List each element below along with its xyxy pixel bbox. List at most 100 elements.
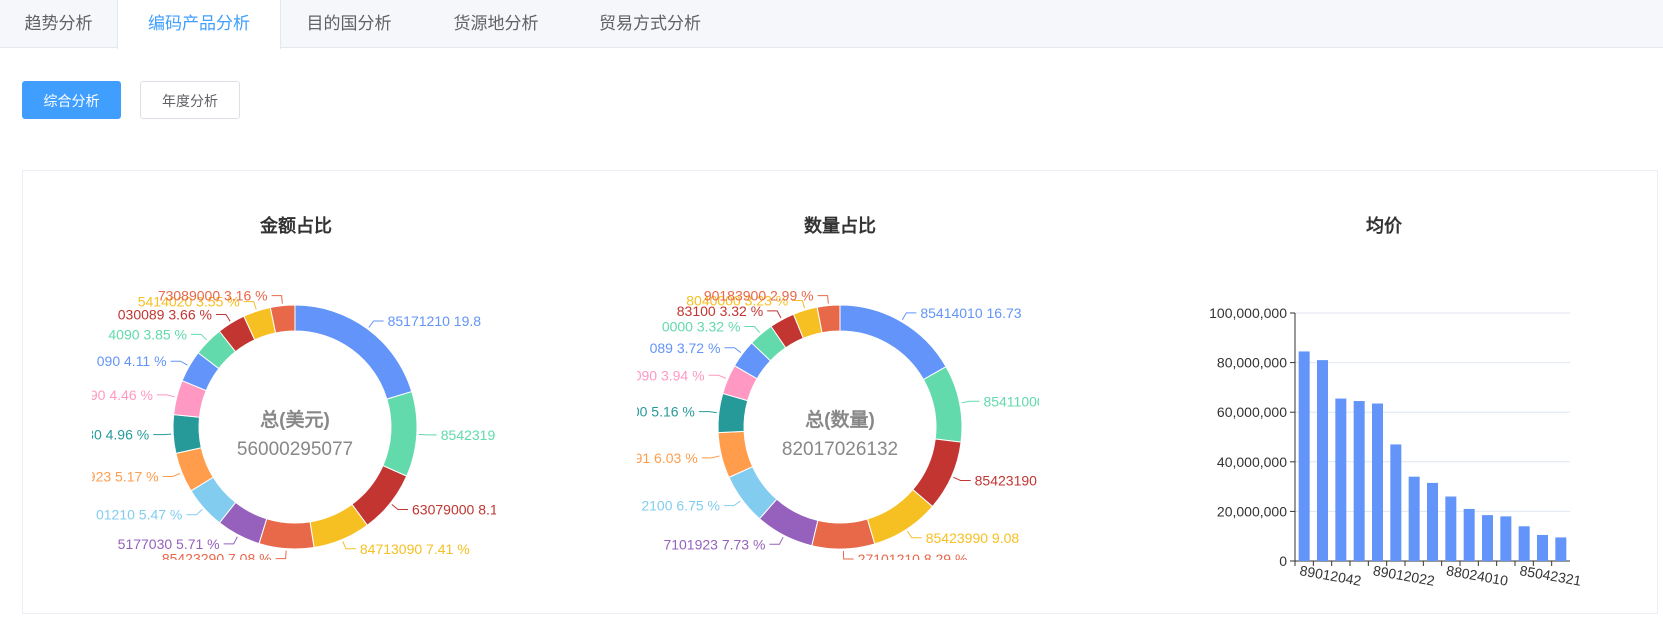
average-price-bar[interactable] — [1408, 476, 1420, 561]
quantity-share-label-line-5 — [769, 536, 784, 545]
average-price-bar[interactable] — [1298, 351, 1310, 561]
amount-share-slice-label-0: 85171210 19.8 — [388, 313, 482, 329]
amount-share-slice-label-10: 090 4.11 % — [97, 353, 167, 369]
quantity-share-slice-label-7: 91 6.03 % — [637, 450, 698, 466]
average-price-bar[interactable] — [1427, 482, 1438, 561]
amount-share-chart: 85171210 19.8 85423190 63079000 8.1 8471309… — [92, 280, 496, 560]
amount-share-slice-4[interactable] — [258, 518, 315, 550]
average-price-bar[interactable] — [1463, 508, 1475, 561]
amount-share-slice-label-3: 84713090 7.41 % — [360, 541, 470, 557]
quantity-share-label-line-3 — [906, 530, 922, 539]
y-tick-label: 80,000,000 — [1217, 355, 1287, 371]
amount-share-label-line-5 — [223, 536, 238, 545]
amount-share-label-line-9 — [156, 394, 175, 398]
amount-share-slice-label-4: 85423290 7.08 % — [162, 551, 272, 560]
amount-share-slice-label-14: 73089000 3.16 % — [158, 288, 268, 304]
quantity-share-slice-label-14: 90183900 2.99 % — [704, 288, 814, 304]
tab-source-region[interactable]: 货源地分析 — [420, 0, 572, 48]
average-price-bar[interactable] — [1537, 534, 1548, 561]
average-price-bar[interactable] — [1518, 526, 1530, 561]
amount-share-label-line-2 — [391, 504, 409, 511]
quantity-share-label-line-8 — [698, 411, 717, 414]
amount-share-slice-label-6: 01210 5.47 % — [96, 507, 182, 523]
quantity-share-chart: 85414010 16.73 85411000 85423190 9 85423990… — [637, 280, 1039, 560]
amount-share-slice-1[interactable] — [382, 390, 418, 477]
y-tick-label: 100,000,000 — [1209, 305, 1287, 321]
x-tick-label: 89012022 — [1372, 562, 1436, 589]
quantity-share-center-label: 总(数量) — [805, 408, 875, 431]
quantity-share-slice-label-9: 090 3.94 % — [637, 367, 705, 383]
tab-trend[interactable]: 趋势分析 — [0, 0, 117, 48]
quantity-share-slice-label-3: 85423990 9.08 — [926, 530, 1020, 546]
average-price-bar[interactable] — [1445, 496, 1457, 561]
amount-share-slice-label-11: 4090 3.85 % — [108, 326, 187, 342]
amount-share-label-line-3 — [342, 541, 356, 550]
average-price-bar[interactable] — [1335, 398, 1347, 561]
y-tick-label: 20,000,000 — [1217, 503, 1287, 519]
amount-share-label-line-6 — [186, 509, 203, 516]
quantity-share-label-line-9 — [708, 374, 727, 379]
quantity-share-label-line-1 — [961, 400, 980, 404]
average-price-chart: 0 20,000,000 40,000,000 60,000,000 80,000,00… — [1150, 290, 1600, 600]
quantity-share-label-line-4 — [842, 550, 854, 560]
average-price-bar[interactable] — [1482, 515, 1493, 561]
y-tick-label: 60,000,000 — [1217, 404, 1287, 420]
y-tick-label: 40,000,000 — [1217, 454, 1287, 470]
tab-bar: 趋势分析 编码产品分析 目的国分析 货源地分析 贸易方式分析 — [0, 0, 1663, 49]
quantity-share-slice-3[interactable] — [866, 488, 934, 545]
average-price-bar[interactable] — [1353, 401, 1365, 561]
amount-share-label-line-0 — [368, 320, 384, 328]
quantity-share-label-line-11 — [744, 325, 761, 333]
quantity-share-slice-label-2: 85423190 9 — [975, 473, 1039, 489]
average-price-bar[interactable] — [1317, 360, 1328, 561]
amount-share-slice-label-5: 5177030 5.71 % — [118, 536, 220, 552]
amount-share-slice-label-9: 090 4.46 % — [92, 387, 153, 403]
amount-share-slice-8[interactable] — [172, 414, 202, 454]
amount-share-slice-label-8: 30 4.96 % — [92, 427, 149, 443]
y-tick-label: 0 — [1279, 553, 1287, 569]
annual-analysis-button[interactable]: 年度分析 — [140, 81, 240, 119]
amount-share-label-line-7 — [162, 473, 181, 477]
quantity-share-center-value: 82017026132 — [782, 439, 898, 460]
quantity-share-label-line-6 — [723, 500, 741, 507]
quantity-share-label-line-10 — [724, 347, 742, 353]
amount-share-center-value: 56000295077 — [237, 439, 353, 460]
average-price-title: 均价 — [1366, 216, 1402, 236]
tab-trade-mode[interactable]: 贸易方式分析 — [574, 0, 726, 48]
quantity-share-label-line-0 — [901, 312, 917, 321]
quantity-share-title: 数量占比 — [804, 216, 876, 236]
amount-share-label-line-11 — [191, 333, 208, 341]
average-price-bar[interactable] — [1500, 516, 1512, 561]
quantity-share-label-line-12 — [767, 310, 782, 319]
quantity-share-slice-label-5: 7101923 7.73 % — [663, 536, 765, 552]
quantity-share-slice-label-4: 27101210 8.29 % — [858, 551, 968, 560]
amount-share-label-line-10 — [170, 360, 188, 366]
amount-share-slice-label-1: 85423190 — [441, 427, 496, 443]
amount-share-slice-label-7: 923 5.17 % — [92, 468, 159, 484]
quantity-share-label-line-2 — [953, 476, 971, 482]
tab-hs-code-product[interactable]: 编码产品分析 — [117, 0, 281, 49]
quantity-share-slice-label-10: 089 3.72 % — [650, 340, 721, 356]
quantity-share-slice-label-8: 00 5.16 % — [637, 404, 695, 420]
amount-share-slice-label-2: 63079000 8.1 — [412, 502, 496, 518]
x-tick-label: 88024010 — [1445, 562, 1509, 589]
overall-analysis-button[interactable]: 综合分析 — [22, 81, 121, 119]
amount-share-label-line-14 — [271, 295, 283, 304]
quantity-share-slice-label-0: 85414010 16.73 — [920, 305, 1021, 321]
amount-share-label-line-4 — [275, 550, 287, 560]
average-price-bar[interactable] — [1390, 444, 1402, 561]
amount-share-title: 金额占比 — [260, 216, 332, 236]
quantity-share-label-line-14 — [817, 295, 829, 304]
average-price-bar[interactable] — [1372, 403, 1383, 561]
quantity-share-slice-label-6: 2100 6.75 % — [641, 498, 720, 514]
tab-destination-country[interactable]: 目的国分析 — [281, 0, 417, 48]
quantity-share-slice-label-11: 0000 3.32 % — [662, 318, 741, 334]
quantity-share-label-line-7 — [701, 455, 720, 459]
x-tick-label: 85042321 — [1518, 562, 1582, 589]
x-tick-label: 89012042 — [1298, 562, 1362, 589]
amount-share-center-label: 总(美元) — [260, 408, 330, 431]
average-price-bar[interactable] — [1555, 537, 1567, 561]
quantity-share-slice-label-1: 85411000 — [983, 393, 1039, 409]
quantity-share-slice-4[interactable] — [811, 518, 876, 550]
quantity-share-slice-1[interactable] — [922, 365, 963, 443]
